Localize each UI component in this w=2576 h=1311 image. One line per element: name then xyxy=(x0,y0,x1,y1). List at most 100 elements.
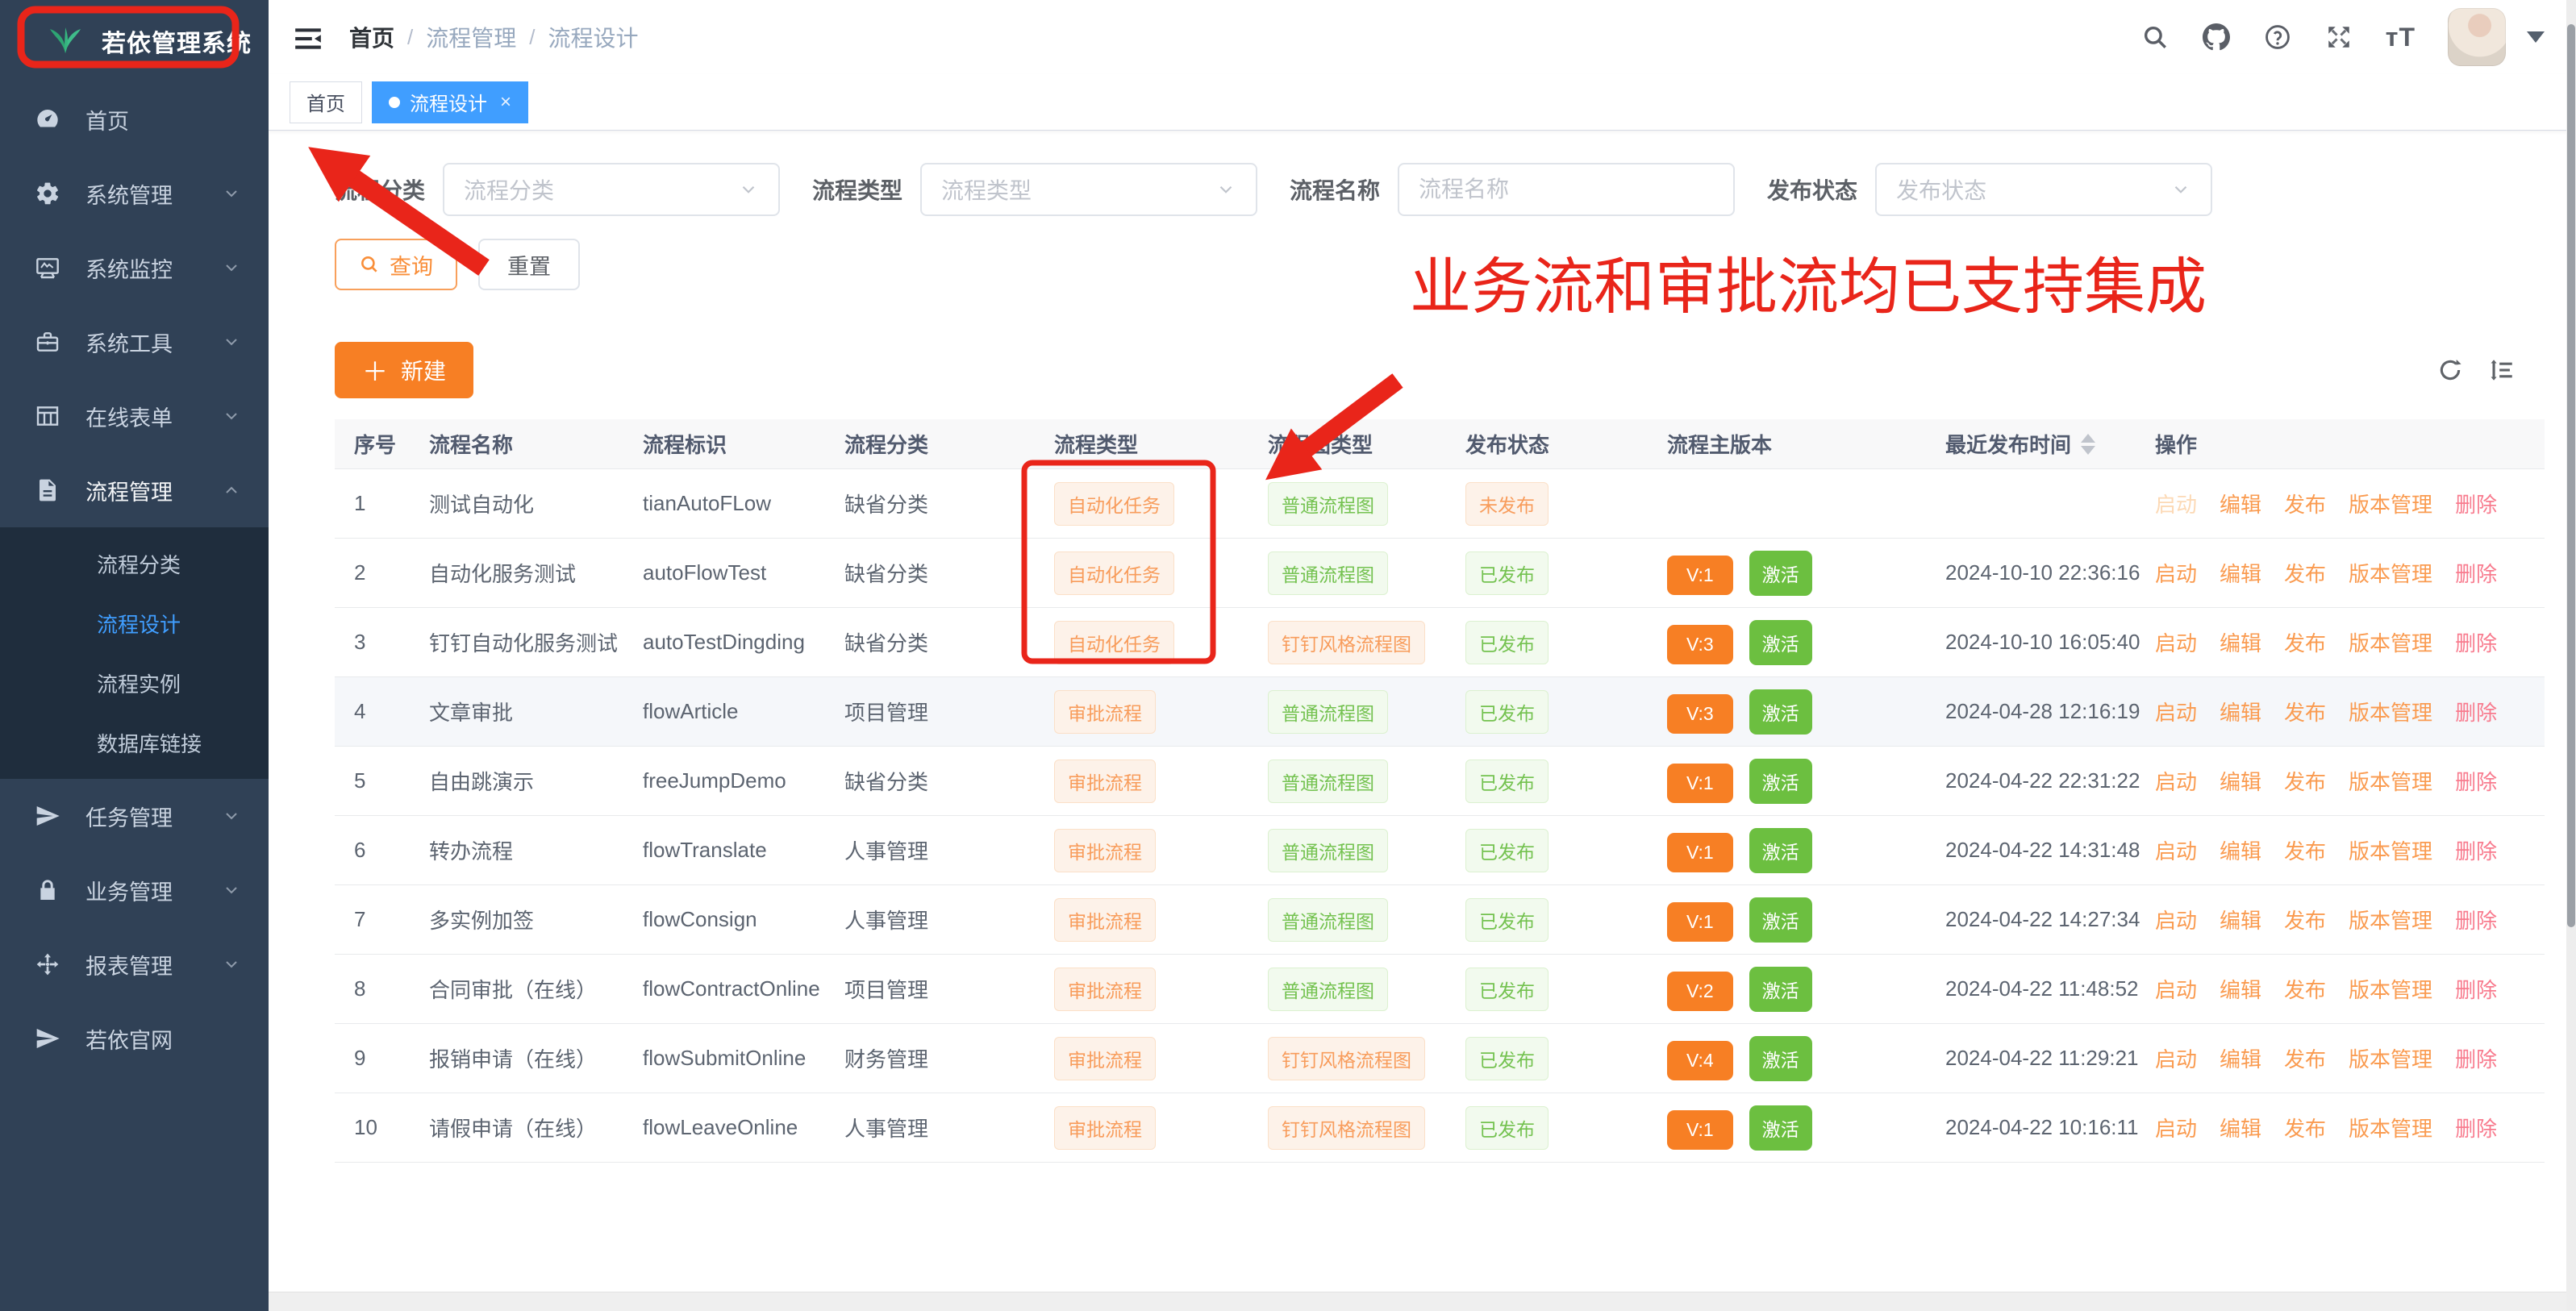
user-menu-caret-icon[interactable] xyxy=(2527,31,2545,43)
status-select[interactable]: 发布状态 xyxy=(1875,163,2212,216)
edit-link[interactable]: 编辑 xyxy=(2220,909,2261,933)
bottom-scrollbar-track[interactable] xyxy=(269,1292,2576,1311)
delete-link[interactable]: 删除 xyxy=(2455,1117,2497,1141)
sidebar-item-process-design[interactable]: 流程设计 xyxy=(0,593,269,653)
breadcrumb: 首页/流程管理/流程设计 xyxy=(349,21,639,53)
version-manage-link[interactable]: 版本管理 xyxy=(2349,631,2432,656)
publish-link[interactable]: 发布 xyxy=(2284,909,2326,933)
cell-diagram-type: 钉钉风格流程图 xyxy=(1258,621,1456,664)
search-icon[interactable] xyxy=(2140,23,2170,52)
version-badge: V:1 xyxy=(1667,833,1733,872)
delete-link[interactable]: 删除 xyxy=(2455,839,2497,864)
start-link[interactable]: 启动 xyxy=(2155,631,2197,656)
publish-link[interactable]: 发布 xyxy=(2284,631,2326,656)
app-logo[interactable]: 若依管理系统 xyxy=(0,0,269,82)
edit-link[interactable]: 编辑 xyxy=(2220,1047,2261,1072)
filter-status-label: 发布状态 xyxy=(1767,173,1857,206)
version-manage-link[interactable]: 版本管理 xyxy=(2349,562,2432,586)
publish-link[interactable]: 发布 xyxy=(2284,562,2326,586)
sidebar-collapse-icon[interactable] xyxy=(293,23,323,51)
version-manage-link[interactable]: 版本管理 xyxy=(2349,909,2432,933)
sidebar-item-home[interactable]: 首页 xyxy=(0,82,269,156)
cell-version: V:3激活 xyxy=(1657,620,1936,665)
version-manage-link[interactable]: 版本管理 xyxy=(2349,1047,2432,1072)
filter-category: 流程分类 流程分类 xyxy=(335,163,780,216)
edit-link[interactable]: 编辑 xyxy=(2220,631,2261,656)
type-tag: 审批流程 xyxy=(1054,690,1156,734)
refresh-icon[interactable] xyxy=(2436,356,2464,384)
start-link[interactable]: 启动 xyxy=(2155,978,2197,1002)
type-select[interactable]: 流程类型 xyxy=(920,163,1257,216)
sidebar-item-task-management[interactable]: 任务管理 xyxy=(0,779,269,853)
edit-link[interactable]: 编辑 xyxy=(2220,770,2261,794)
start-link[interactable]: 启动 xyxy=(2155,909,2197,933)
breadcrumb-item[interactable]: 首页 xyxy=(349,21,394,53)
edit-link[interactable]: 编辑 xyxy=(2220,978,2261,1002)
delete-link[interactable]: 删除 xyxy=(2455,562,2497,586)
edit-link[interactable]: 编辑 xyxy=(2220,839,2261,864)
delete-link[interactable]: 删除 xyxy=(2455,770,2497,794)
version-manage-link[interactable]: 版本管理 xyxy=(2349,978,2432,1002)
scrollbar-thumb[interactable] xyxy=(2567,24,2575,927)
sidebar-item-database-link[interactable]: 数据库链接 xyxy=(0,713,269,772)
publish-link[interactable]: 发布 xyxy=(2284,770,2326,794)
version-manage-link[interactable]: 版本管理 xyxy=(2349,770,2432,794)
edit-link[interactable]: 编辑 xyxy=(2220,1117,2261,1141)
user-avatar[interactable] xyxy=(2448,8,2506,66)
sidebar-item-system-tools[interactable]: 系统工具 xyxy=(0,305,269,379)
version-manage-link[interactable]: 版本管理 xyxy=(2349,1117,2432,1141)
search-button[interactable]: 查询 xyxy=(335,239,457,290)
edit-link[interactable]: 编辑 xyxy=(2220,701,2261,725)
tab-close-icon[interactable]: × xyxy=(500,91,511,114)
cell-index: 4 xyxy=(335,699,419,724)
sidebar-item-ruoyi-website[interactable]: 若依官网 xyxy=(0,1001,269,1076)
delete-link[interactable]: 删除 xyxy=(2455,978,2497,1002)
vertical-scrollbar[interactable] xyxy=(2566,0,2576,1311)
edit-link[interactable]: 编辑 xyxy=(2220,562,2261,586)
sidebar-item-system-monitor[interactable]: 系统监控 xyxy=(0,231,269,305)
cell-version: V:3激活 xyxy=(1657,689,1936,735)
publish-link[interactable]: 发布 xyxy=(2284,701,2326,725)
start-link[interactable]: 启动 xyxy=(2155,493,2197,517)
publish-link[interactable]: 发布 xyxy=(2284,493,2326,517)
sidebar-item-process-instance[interactable]: 流程实例 xyxy=(0,653,269,713)
version-manage-link[interactable]: 版本管理 xyxy=(2349,701,2432,725)
help-icon[interactable] xyxy=(2263,23,2292,52)
start-link[interactable]: 启动 xyxy=(2155,839,2197,864)
sidebar-item-process-category[interactable]: 流程分类 xyxy=(0,534,269,593)
publish-link[interactable]: 发布 xyxy=(2284,1047,2326,1072)
tab-item[interactable]: 首页 xyxy=(290,81,362,123)
delete-link[interactable]: 删除 xyxy=(2455,631,2497,656)
edit-link[interactable]: 编辑 xyxy=(2220,493,2261,517)
sidebar-item-process-management[interactable]: 流程管理 xyxy=(0,453,269,527)
delete-link[interactable]: 删除 xyxy=(2455,1047,2497,1072)
publish-link[interactable]: 发布 xyxy=(2284,839,2326,864)
create-button[interactable]: ＋ 新建 xyxy=(335,342,473,398)
publish-link[interactable]: 发布 xyxy=(2284,1117,2326,1141)
category-select[interactable]: 流程分类 xyxy=(443,163,780,216)
font-size-icon[interactable]: тT xyxy=(2386,23,2416,52)
reset-button[interactable]: 重置 xyxy=(478,239,580,290)
sidebar-item-online-forms[interactable]: 在线表单 xyxy=(0,379,269,453)
row-density-icon[interactable] xyxy=(2488,356,2516,384)
sort-carets-icon[interactable] xyxy=(2081,434,2095,455)
start-link[interactable]: 启动 xyxy=(2155,701,2197,725)
start-link[interactable]: 启动 xyxy=(2155,770,2197,794)
version-manage-link[interactable]: 版本管理 xyxy=(2349,493,2432,517)
start-link[interactable]: 启动 xyxy=(2155,562,2197,586)
version-manage-link[interactable]: 版本管理 xyxy=(2349,839,2432,864)
delete-link[interactable]: 删除 xyxy=(2455,493,2497,517)
delete-link[interactable]: 删除 xyxy=(2455,701,2497,725)
sidebar-item-system-management[interactable]: 系统管理 xyxy=(0,156,269,231)
start-link[interactable]: 启动 xyxy=(2155,1117,2197,1141)
sidebar-item-business-management[interactable]: 业务管理 xyxy=(0,853,269,927)
publish-link[interactable]: 发布 xyxy=(2284,978,2326,1002)
start-link[interactable]: 启动 xyxy=(2155,1047,2197,1072)
github-icon[interactable] xyxy=(2202,23,2231,52)
send-icon xyxy=(34,802,61,830)
fullscreen-icon[interactable] xyxy=(2324,23,2353,52)
tab-active[interactable]: 流程设计× xyxy=(372,81,528,123)
name-input[interactable] xyxy=(1398,163,1735,216)
delete-link[interactable]: 删除 xyxy=(2455,909,2497,933)
sidebar-item-report-management[interactable]: 报表管理 xyxy=(0,927,269,1001)
